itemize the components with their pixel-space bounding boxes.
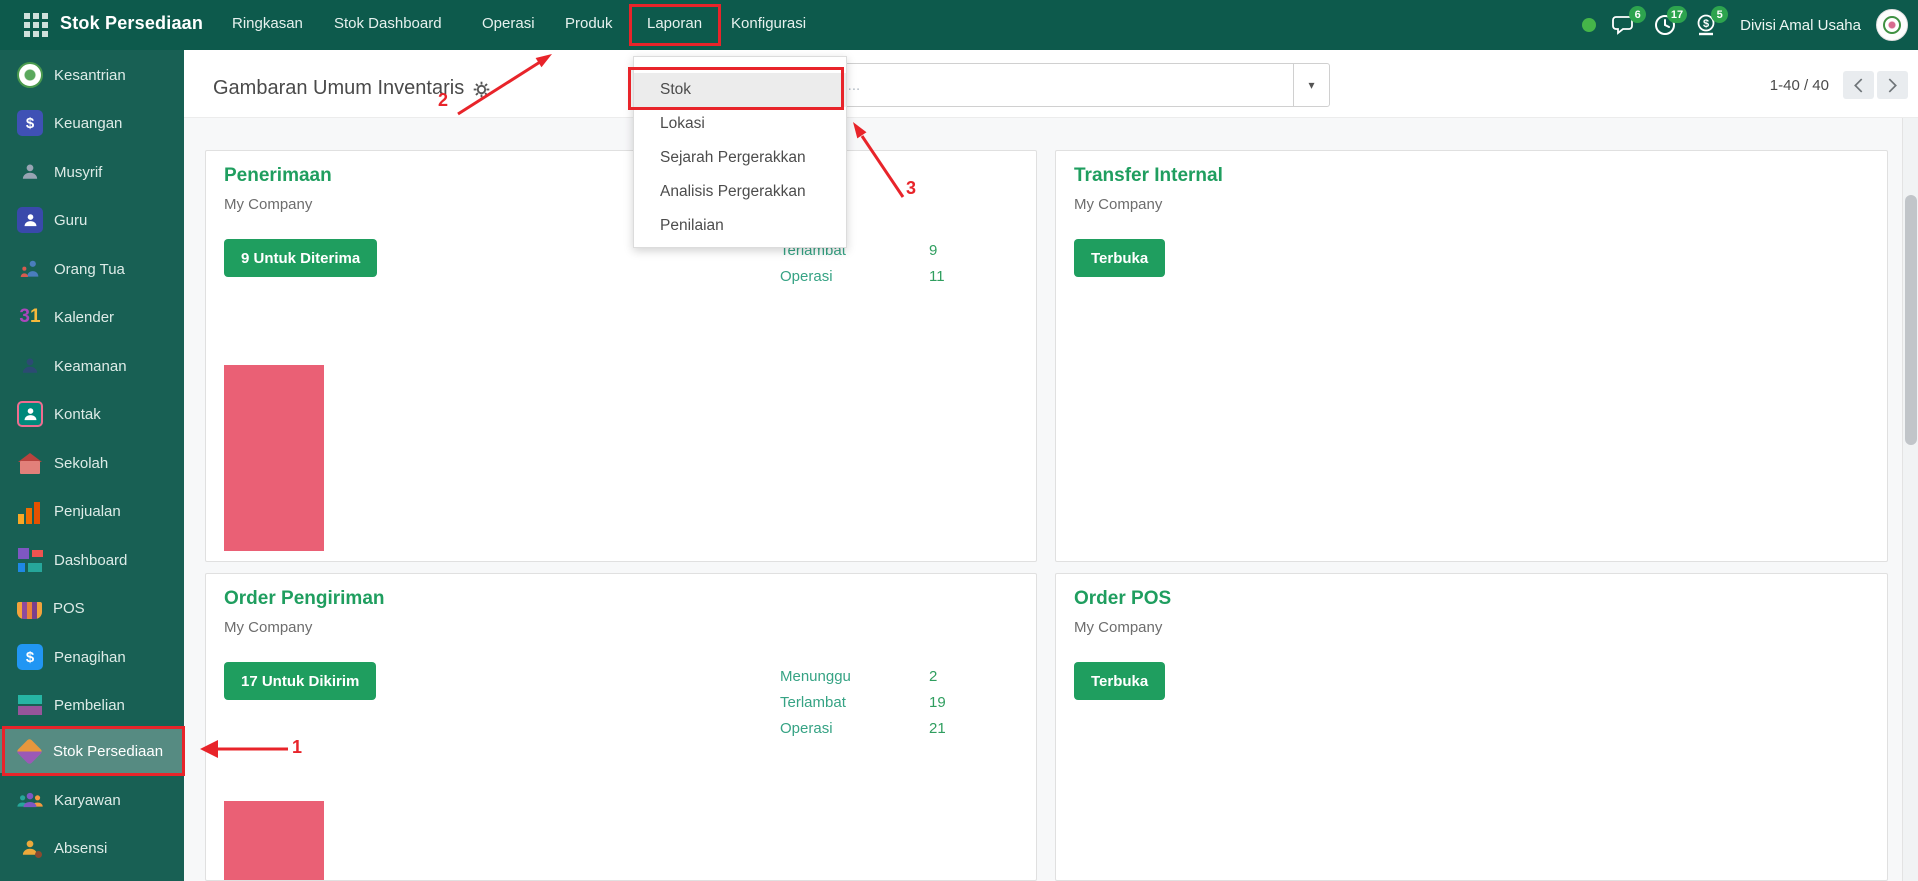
sidebar-item-penagihan[interactable]: $ Penagihan [0,635,184,679]
card-title[interactable]: Order POS [1074,588,1171,610]
teacher-icon [17,207,43,233]
money-requests-icon[interactable]: $ 5 [1693,12,1719,38]
nav-item-produk[interactable]: Produk [565,15,613,32]
messages-badge: 6 [1629,6,1646,23]
card-company: My Company [1074,196,1162,213]
menu-item-stok[interactable]: Stok [634,73,846,107]
gear-icon[interactable] [473,81,490,98]
apps-menu-icon[interactable] [24,13,48,37]
nav-item-konfigurasi[interactable]: Konfigurasi [731,15,806,32]
contacts-icon [17,401,43,427]
kanban-card-order-pos: Order POS My Company Terbuka [1055,573,1888,881]
stat-row-menunggu[interactable]: Menunggu 2 [780,664,1030,690]
nav-item-ringkasan[interactable]: Ringkasan [232,15,303,32]
musyrif-person-icon [17,159,43,185]
stat-row-operasi[interactable]: Operasi 21 [780,716,1030,742]
card-title[interactable]: Transfer Internal [1074,165,1223,187]
control-panel: Gambaran Umum Inventaris ▾ 1-40 / 40 [184,50,1918,118]
sidebar-item-kalender[interactable]: 31 Kalender [0,295,184,339]
scrollbar-thumb[interactable] [1905,195,1917,445]
to-ship-button[interactable]: 17 Untuk Dikirim [224,662,376,700]
kanban-bar-chart [224,365,324,551]
company-switcher[interactable]: Divisi Amal Usaha [1740,17,1861,34]
sidebar-item-keamanan[interactable]: Keamanan [0,344,184,388]
nav-item-stok-dashboard[interactable]: Stok Dashboard [334,15,442,32]
laporan-dropdown-menu: Stok Lokasi Sejarah Pergerakkan Analisis… [633,56,847,248]
sales-chart-icon [17,498,43,524]
sidebar-item-dashboard[interactable]: Dashboard [0,538,184,582]
sidebar-item-penjualan[interactable]: Penjualan [0,489,184,533]
sidebar-item-guru[interactable]: Guru [0,198,184,242]
sidebar-item-keuangan[interactable]: $ Keuangan [0,101,184,145]
kanban-bar-chart [224,801,324,881]
parents-icon [17,256,43,282]
money-badge: 5 [1711,6,1728,23]
sidebar-item-musyrif[interactable]: Musyrif [0,150,184,194]
kanban-card-transfer-internal: Transfer Internal My Company Terbuka [1055,150,1888,562]
pager-range: 1-40 / 40 [1770,77,1829,94]
activities-icon[interactable]: 17 [1652,12,1678,38]
top-navbar: Stok Persediaan Ringkasan Stok Dashboard… [0,0,1918,50]
card-stats: Menunggu 2 Terlambat 19 Operasi 21 [780,664,1030,742]
app-name[interactable]: Stok Persediaan [60,13,203,34]
sidebar-item-stok-persediaan[interactable]: Stok Persediaan [0,729,184,773]
sidebar-item-pembelian[interactable]: Pembelian [0,683,184,727]
menu-item-lokasi[interactable]: Lokasi [634,107,846,141]
card-title[interactable]: Penerimaan [224,165,332,187]
page-title: Gambaran Umum Inventaris [213,77,490,100]
systray: 6 17 $ 5 Divisi Amal Usaha [1582,0,1908,50]
sidebar-item-pos[interactable]: POS [0,586,184,630]
dashboard-tiles-icon [17,547,43,573]
school-building-icon [17,450,43,476]
presence-status-icon [1582,18,1596,32]
activities-badge: 17 [1667,6,1687,23]
kesantrian-logo-icon [17,62,43,88]
card-company: My Company [224,196,312,213]
sidebar-item-sekolah[interactable]: Sekolah [0,441,184,485]
pos-awning-icon [17,602,42,619]
stat-row-operasi[interactable]: Operasi 11 [780,264,1030,290]
open-transfers-button[interactable]: Terbuka [1074,239,1165,277]
menu-item-analisis-pergerakkan[interactable]: Analisis Pergerakkan [634,175,846,209]
sidebar-item-kesantrian[interactable]: Kesantrian [0,53,184,97]
nav-item-laporan[interactable]: Laporan [647,15,702,32]
caret-down-icon: ▾ [1308,78,1314,92]
card-company: My Company [1074,619,1162,636]
chevron-left-icon [1853,78,1864,93]
purchase-layers-icon [17,692,43,718]
card-title[interactable]: Order Pengiriman [224,588,385,610]
sidebar: Kesantrian $ Keuangan Musyrif Guru Orang… [0,50,184,881]
sidebar-item-kontak[interactable]: Kontak [0,392,184,436]
finance-dollar-icon: $ [17,110,43,136]
nav-item-operasi[interactable]: Operasi [482,15,535,32]
card-company: My Company [224,619,312,636]
stat-row-terlambat[interactable]: Terlambat 19 [780,690,1030,716]
menu-item-sejarah-pergerakkan[interactable]: Sejarah Pergerakkan [634,141,846,175]
user-avatar[interactable] [1876,9,1908,41]
sidebar-item-karyawan[interactable]: Karyawan [0,778,184,822]
attendance-icon [17,835,43,861]
billing-dollar-icon: $ [17,644,43,670]
search-options-toggle[interactable]: ▾ [1293,64,1329,106]
to-receive-button[interactable]: 9 Untuk Diterima [224,239,377,277]
sidebar-item-absensi[interactable]: Absensi [0,826,184,870]
svg-text:$: $ [1703,18,1709,30]
pager-previous-button[interactable] [1843,71,1874,99]
calendar-31-icon: 31 [17,304,43,330]
inventory-cube-icon [16,738,43,765]
sidebar-item-orang-tua[interactable]: Orang Tua [0,247,184,291]
messages-icon[interactable]: 6 [1611,12,1637,38]
security-guard-icon [17,353,43,379]
menu-item-penilaian[interactable]: Penilaian [634,209,846,243]
chevron-right-icon [1887,78,1898,93]
employees-icon [17,787,43,813]
kanban-card-order-pengiriman: Order Pengiriman My Company 17 Untuk Dik… [205,573,1037,881]
kanban-card-penerimaan: Penerimaan My Company 9 Untuk Diterima T… [205,150,1037,562]
open-pos-orders-button[interactable]: Terbuka [1074,662,1165,700]
pager: 1-40 / 40 [1770,71,1908,99]
pager-next-button[interactable] [1877,71,1908,99]
vertical-scrollbar[interactable] [1902,118,1918,881]
